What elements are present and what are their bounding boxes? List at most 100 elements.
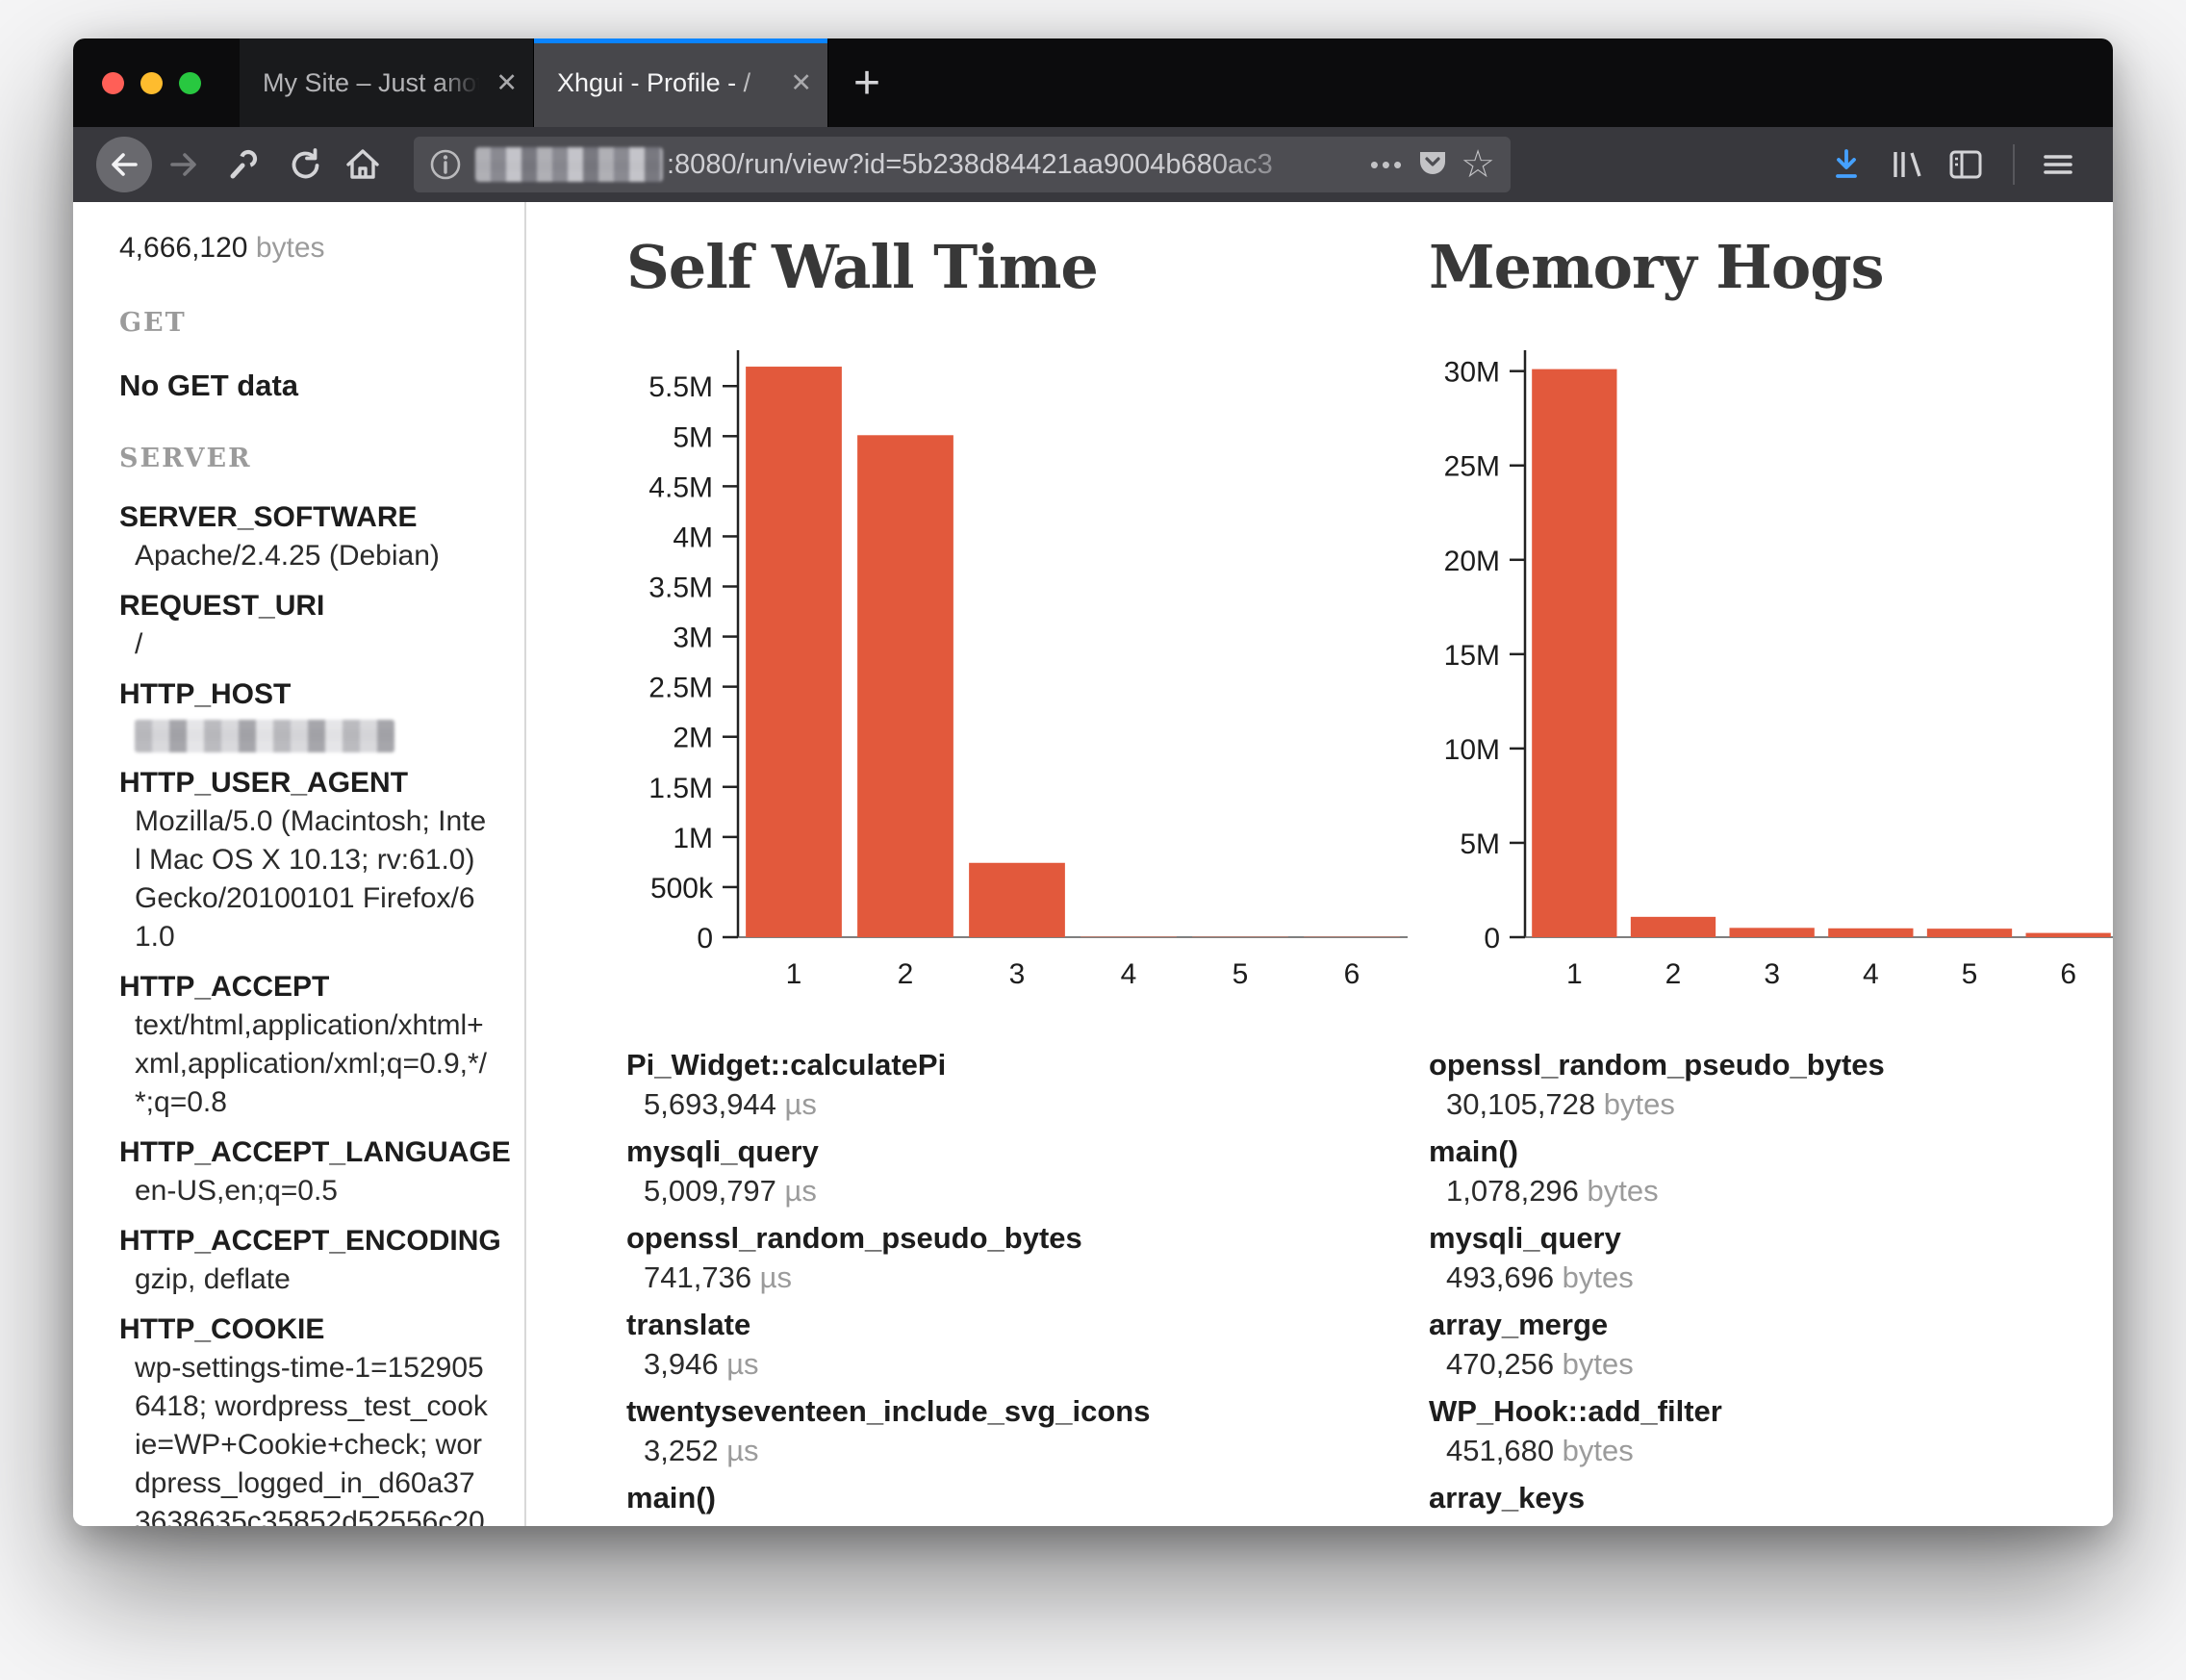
forward-arrow-icon xyxy=(166,147,201,182)
reload-button[interactable] xyxy=(275,137,331,192)
sidebars-button[interactable] xyxy=(1938,137,1994,192)
sidebar-toggle-icon xyxy=(1947,147,1984,182)
function-value: 470,256 bytes xyxy=(1446,1345,2113,1384)
server-section-heading: SERVER xyxy=(119,444,488,473)
memory-hogs-function-list: openssl_random_pseudo_bytes30,105,728 by… xyxy=(1429,1045,2113,1526)
charts-area: Self Wall Time 0500k1M1.5M2M2.5M3M3.5M4M… xyxy=(526,202,2113,1526)
server-var-value: gzip, deflate xyxy=(135,1260,488,1299)
redacted-host-blur xyxy=(475,147,663,182)
svg-text:5.5M: 5.5M xyxy=(648,371,713,403)
downloads-button[interactable] xyxy=(1818,137,1874,192)
server-variables-list: SERVER_SOFTWAREApache/2.4.25 (Debian)REQ… xyxy=(119,498,488,1526)
svg-text:3.5M: 3.5M xyxy=(648,573,713,604)
server-var-value: Mozilla/5.0 (Macintosh; Intel Mac OS X 1… xyxy=(135,802,488,956)
function-name: mysqli_query xyxy=(1429,1218,2113,1259)
svg-text:4M: 4M xyxy=(673,522,713,553)
svg-text:1: 1 xyxy=(1566,958,1583,990)
svg-text:0: 0 xyxy=(1484,923,1500,955)
function-name: twentyseventeen_include_svg_icons xyxy=(626,1391,1408,1432)
peak-memory-value: 4,666,120 bytes xyxy=(119,229,488,267)
minimize-window-button[interactable] xyxy=(140,72,163,94)
function-name: main() xyxy=(626,1478,1408,1518)
tab-title: Xhgui - Profile - / xyxy=(557,68,778,98)
function-name: array_keys xyxy=(1429,1478,2113,1518)
home-icon xyxy=(344,146,381,183)
function-value: 3,252 µs xyxy=(644,1432,1408,1470)
function-value: 741,736 µs xyxy=(644,1259,1408,1297)
library-icon xyxy=(1888,147,1924,182)
server-var-value: / xyxy=(135,625,488,664)
svg-text:3M: 3M xyxy=(673,623,713,654)
svg-text:5: 5 xyxy=(1233,958,1249,990)
server-var-value: Apache/2.4.25 (Debian) xyxy=(135,537,488,575)
get-section-heading: GET xyxy=(119,308,488,338)
function-value: 3,946 µs xyxy=(644,1345,1408,1384)
page-info-icon[interactable] xyxy=(429,148,462,181)
library-button[interactable] xyxy=(1878,137,1934,192)
developer-tools-button[interactable] xyxy=(216,137,271,192)
memory-hogs-panel: Memory Hogs 05M10M15M20M25M30M123456 ope… xyxy=(1429,219,2113,1526)
svg-text:3: 3 xyxy=(1009,958,1026,990)
toolbar-divider xyxy=(2013,144,2015,185)
svg-text:5M: 5M xyxy=(1460,828,1500,860)
close-icon[interactable]: ✕ xyxy=(790,68,812,98)
zoom-window-button[interactable] xyxy=(179,72,201,94)
url-bar[interactable]: :8080/run/view?id=5b238d84421aa9004b680a… xyxy=(414,137,1511,192)
function-value: 493,696 bytes xyxy=(1446,1259,2113,1297)
svg-text:2.5M: 2.5M xyxy=(648,673,713,704)
tab-wordpress-site[interactable]: My Site – Just another WordPress si ✕ xyxy=(240,38,534,127)
chart-title-memory-hogs: Memory Hogs xyxy=(1429,219,2113,316)
tab-title: My Site – Just another WordPress si xyxy=(263,68,484,98)
svg-text:500k: 500k xyxy=(650,873,714,904)
svg-text:3: 3 xyxy=(1764,958,1780,990)
self-wall-time-chart: 0500k1M1.5M2M2.5M3M3.5M4M4.5M5M5.5M12345… xyxy=(626,343,1408,1008)
no-get-data-message: No GET data xyxy=(119,369,488,403)
svg-text:4: 4 xyxy=(1121,958,1137,990)
bookmark-star-icon[interactable]: ☆ xyxy=(1461,145,1495,184)
function-name: mysqli_query xyxy=(626,1132,1408,1172)
bar-chart-svg: 0500k1M1.5M2M2.5M3M3.5M4M4.5M5M5.5M12345… xyxy=(626,343,1408,1008)
server-var-key: SERVER_SOFTWARE xyxy=(119,498,488,537)
pocket-icon[interactable] xyxy=(1418,149,1447,180)
request-details-sidebar: 4,666,120 bytes GET No GET data SERVER S… xyxy=(73,202,526,1526)
tab-xhgui-profile[interactable]: Xhgui - Profile - / ✕ xyxy=(534,38,828,127)
function-name: openssl_random_pseudo_bytes xyxy=(1429,1045,2113,1085)
server-var-key: HTTP_ACCEPT xyxy=(119,968,488,1006)
svg-text:1: 1 xyxy=(786,958,802,990)
svg-text:5: 5 xyxy=(1962,958,1978,990)
forward-button[interactable] xyxy=(156,137,212,192)
function-value: 3,224 µs xyxy=(644,1518,1408,1526)
svg-text:6: 6 xyxy=(2060,958,2076,990)
svg-text:30M: 30M xyxy=(1444,357,1500,389)
server-var-value: text/html,application/xhtml+xml,applicat… xyxy=(135,1006,488,1122)
svg-text:2: 2 xyxy=(898,958,914,990)
svg-text:1.5M: 1.5M xyxy=(648,773,713,804)
function-name: Pi_Widget::calculatePi xyxy=(626,1045,1408,1085)
self-wall-time-function-list: Pi_Widget::calculatePi5,693,944 µsmysqli… xyxy=(626,1045,1408,1526)
function-value: 451,680 bytes xyxy=(1446,1432,2113,1470)
svg-text:0: 0 xyxy=(697,923,713,955)
server-var-key: HTTP_COOKIE xyxy=(119,1311,488,1349)
chart-title-self-wall-time: Self Wall Time xyxy=(626,219,1408,316)
self-wall-time-panel: Self Wall Time 0500k1M1.5M2M2.5M3M3.5M4M… xyxy=(626,219,1408,1526)
menu-button[interactable] xyxy=(2030,137,2086,192)
function-value: 1,078,296 bytes xyxy=(1446,1172,2113,1210)
browser-window: My Site – Just another WordPress si ✕ Xh… xyxy=(73,38,2113,1526)
tab-bar: My Site – Just another WordPress si ✕ Xh… xyxy=(73,38,2113,127)
home-button[interactable] xyxy=(335,137,391,192)
page-actions-icon[interactable]: ••• xyxy=(1370,150,1405,180)
new-tab-button[interactable]: + xyxy=(828,38,905,127)
wrench-icon xyxy=(226,147,261,182)
svg-text:6: 6 xyxy=(1344,958,1360,990)
hamburger-menu-icon xyxy=(2041,147,2075,182)
svg-text:25M: 25M xyxy=(1444,451,1500,483)
server-var-key: HTTP_HOST xyxy=(119,675,488,714)
svg-text:15M: 15M xyxy=(1444,640,1500,672)
close-icon[interactable]: ✕ xyxy=(496,68,518,98)
traffic-lights xyxy=(73,38,240,127)
server-var-value: wp-settings-time-1=1529056418; wordpress… xyxy=(135,1349,488,1526)
function-name: translate xyxy=(626,1305,1408,1345)
close-window-button[interactable] xyxy=(102,72,124,94)
function-value: 224,720 bytes xyxy=(1446,1518,2113,1526)
back-button[interactable] xyxy=(96,137,152,192)
